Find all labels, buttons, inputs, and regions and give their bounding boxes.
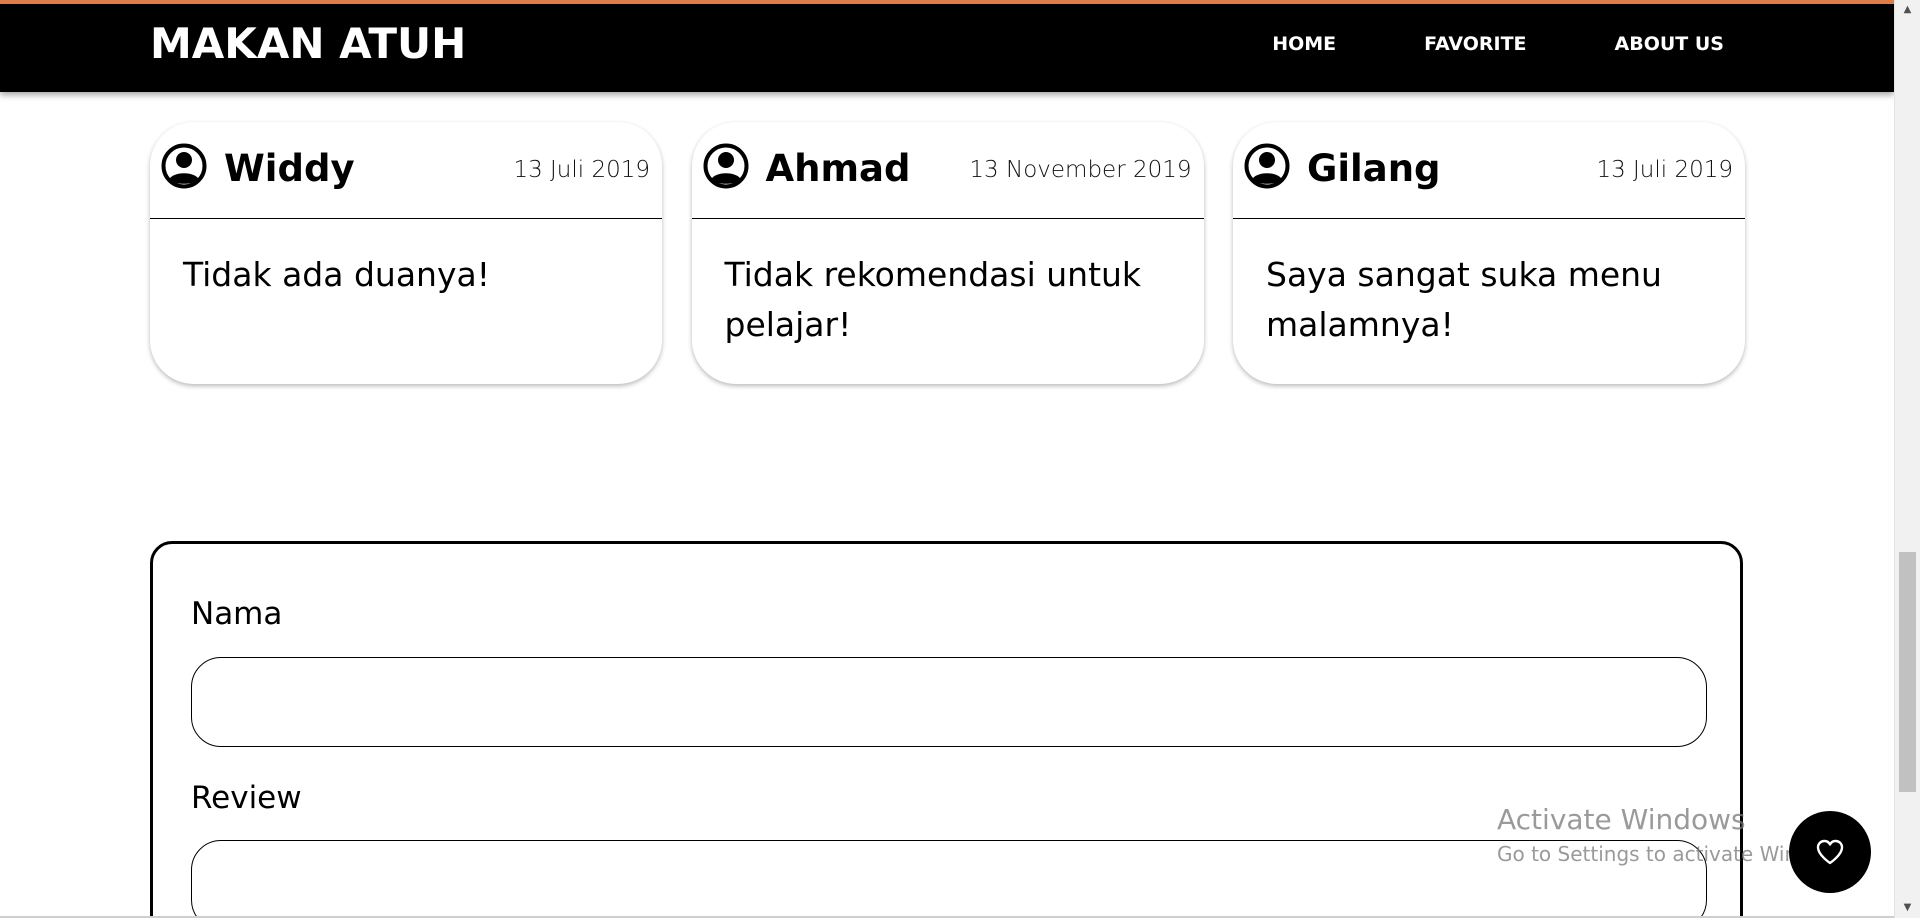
nav-link-favorite[interactable]: FAVORITE <box>1424 30 1526 58</box>
review-text: Saya sangat suka menu malamnya! <box>1266 255 1662 344</box>
review-date: 13 Juli 2019 <box>513 157 650 183</box>
review-header: Gilang 13 Juli 2019 <box>1233 122 1745 219</box>
review-text: Tidak ada duanya! <box>183 255 490 294</box>
page: MAKAN ATUH HOME FAVORITE ABOUT US Widdy … <box>0 0 1920 918</box>
user-circle-icon <box>1244 143 1290 189</box>
favorite-button[interactable] <box>1789 811 1871 893</box>
nav-link-home[interactable]: HOME <box>1272 30 1336 58</box>
review-input[interactable] <box>191 840 1707 918</box>
reviewer-name: Ahmad <box>765 147 911 190</box>
navbar: MAKAN ATUH HOME FAVORITE ABOUT US <box>0 0 1894 92</box>
scrollbar-thumb[interactable] <box>1899 552 1916 792</box>
review-form: Nama Review <box>150 541 1743 918</box>
nav-link-about-us[interactable]: ABOUT US <box>1615 30 1724 58</box>
nav-menu: HOME FAVORITE ABOUT US <box>1184 30 1724 58</box>
review-date: 13 Juli 2019 <box>1596 157 1733 183</box>
reviewer-name: Widdy <box>224 147 355 190</box>
name-label: Nama <box>191 596 283 632</box>
top-accent-line <box>0 0 1894 4</box>
name-input[interactable] <box>191 657 1707 747</box>
user-circle-icon <box>161 143 207 189</box>
review-header: Widdy 13 Juli 2019 <box>150 122 662 219</box>
heart-icon <box>1816 839 1844 865</box>
scroll-down-arrow-icon[interactable]: ▼ <box>1895 900 1920 916</box>
reviewer-name: Gilang <box>1307 147 1441 190</box>
review-label: Review <box>191 780 302 816</box>
review-card: Ahmad 13 November 2019 Tidak rekomendasi… <box>691 122 1204 384</box>
review-header: Ahmad 13 November 2019 <box>691 122 1204 219</box>
review-card: Gilang 13 Juli 2019 Saya sangat suka men… <box>1233 122 1745 384</box>
user-circle-icon <box>703 143 748 189</box>
vertical-scrollbar[interactable]: ▲ ▼ <box>1894 0 1920 918</box>
review-list: Widdy 13 Juli 2019 Tidak ada duanya! Ahm… <box>150 122 1745 384</box>
review-text: Tidak rekomendasi untuk pelajar! <box>724 255 1142 344</box>
brand-title[interactable]: MAKAN ATUH <box>150 16 466 72</box>
scroll-up-arrow-icon[interactable]: ▲ <box>1895 2 1920 18</box>
review-date: 13 November 2019 <box>969 157 1192 183</box>
review-card: Widdy 13 Juli 2019 Tidak ada duanya! <box>150 122 662 384</box>
